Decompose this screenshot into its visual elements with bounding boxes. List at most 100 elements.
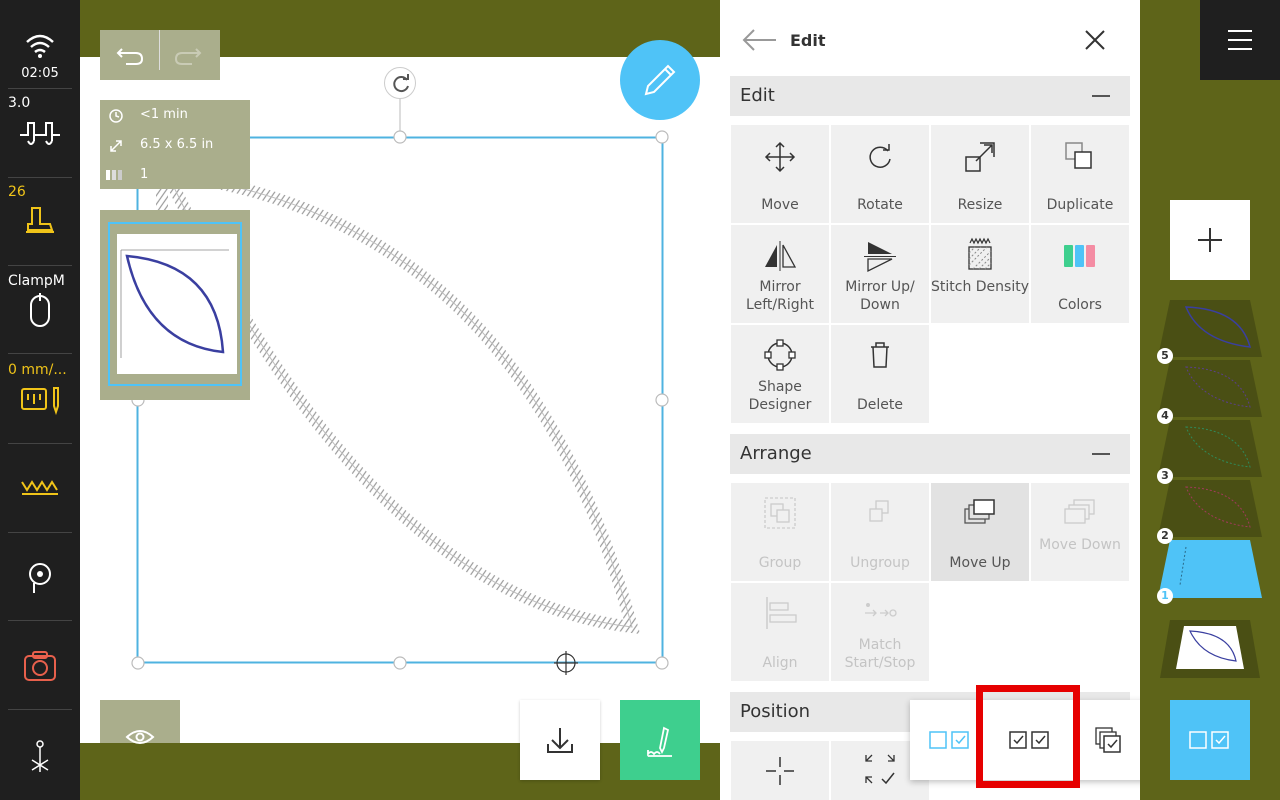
- pencil-icon: [644, 64, 676, 96]
- speed-value: 3.0: [8, 95, 31, 111]
- camera-icon: [24, 651, 56, 681]
- rotate-label: Rotate: [857, 197, 903, 213]
- move-down-tool[interactable]: Move Down: [1031, 483, 1129, 581]
- position-section-title: Position: [740, 701, 811, 722]
- group-label: Group: [758, 555, 802, 571]
- delete-tool[interactable]: Delete: [831, 325, 929, 423]
- mirror-up-down-label: Mirror Up/ Down: [845, 279, 915, 313]
- group-tool[interactable]: Group: [731, 483, 829, 581]
- check-position-icon: [865, 754, 895, 785]
- edit-panel: Edit Edit Move Rotate Resize Duplicate M…: [720, 0, 1140, 800]
- mirror-left-right-tool[interactable]: Mirror Left/Right: [731, 225, 829, 323]
- add-layer-button[interactable]: [1170, 200, 1250, 280]
- move-down-label: Move Down: [1039, 537, 1121, 553]
- close-icon: [1085, 30, 1105, 50]
- eye-icon: [125, 730, 155, 744]
- move-tool[interactable]: Move: [731, 125, 829, 223]
- menu-button[interactable]: [1200, 0, 1280, 80]
- select-multiple-button[interactable]: [1070, 700, 1150, 780]
- collapse-icon: [1092, 453, 1110, 455]
- layer-card-3[interactable]: [1158, 420, 1262, 477]
- wifi-icon: [26, 34, 54, 58]
- arrange-section-header[interactable]: Arrange: [730, 434, 1130, 474]
- mirror-horizontal-icon: [765, 241, 797, 271]
- stitch-speed-icon: [20, 122, 60, 145]
- layer-number-4: 4: [1157, 408, 1173, 424]
- design-preview[interactable]: [100, 210, 250, 400]
- download-icon: [547, 728, 573, 753]
- layer-card-5[interactable]: [1158, 300, 1262, 357]
- rotate-tool[interactable]: Rotate: [831, 125, 929, 223]
- move-up-layer-icon: [964, 499, 995, 524]
- rotate-handle[interactable]: [384, 67, 416, 99]
- camera-button[interactable]: [0, 650, 80, 684]
- resize-label: Resize: [957, 197, 1003, 213]
- layer-number-1: 1: [1157, 588, 1173, 604]
- hoop-control[interactable]: [0, 293, 80, 329]
- needle-control[interactable]: [0, 738, 80, 778]
- layer-number-3: 3: [1157, 468, 1173, 484]
- duplicate-label: Duplicate: [1046, 197, 1114, 213]
- align-label: Align: [762, 655, 798, 671]
- colors-tool[interactable]: Colors: [1031, 225, 1129, 323]
- feed-dog-icon: [21, 387, 59, 416]
- redo-button[interactable]: [168, 35, 208, 75]
- stitch-density-tool[interactable]: Stitch Density: [931, 225, 1029, 323]
- layer-card-2[interactable]: [1158, 480, 1262, 537]
- hoop-icon: [30, 293, 50, 327]
- layer-card-base[interactable]: [1160, 620, 1260, 678]
- needle-position-icon: [31, 740, 49, 772]
- speed-control[interactable]: [0, 115, 80, 151]
- arrange-section-title: Arrange: [740, 443, 812, 464]
- preview-image: [120, 249, 229, 358]
- undo-icon: [116, 48, 144, 65]
- layer-number-2: 2: [1157, 528, 1173, 544]
- match-start-stop-icon: [865, 603, 897, 617]
- visibility-toggle[interactable]: [100, 700, 180, 744]
- plus-icon: [1198, 228, 1222, 252]
- wifi-status[interactable]: [0, 30, 80, 60]
- bobbin-control[interactable]: [0, 557, 80, 597]
- layer-card-1[interactable]: [1158, 540, 1262, 598]
- stitch-time: <1 min: [140, 107, 188, 122]
- clock-icon: [109, 109, 123, 123]
- shape-designer-tool[interactable]: Shape Designer: [731, 325, 829, 423]
- shape-designer-label: Shape Designer: [748, 379, 812, 413]
- ungroup-tool[interactable]: Ungroup: [831, 483, 929, 581]
- edit-pen-button[interactable]: [620, 40, 700, 120]
- back-button[interactable]: [740, 25, 780, 55]
- close-button[interactable]: [1080, 25, 1110, 55]
- selection-mode-button[interactable]: [1170, 700, 1250, 780]
- position-tool-1[interactable]: [731, 741, 829, 800]
- mirror-left-right-label: Mirror Left/Right: [746, 279, 814, 313]
- select-mode-icon: [1189, 731, 1229, 749]
- resize-tool[interactable]: Resize: [931, 125, 1029, 223]
- move-icon: [764, 141, 796, 173]
- layer-number-5: 5: [1157, 348, 1173, 364]
- export-button[interactable]: [520, 700, 600, 780]
- stitch-out-button[interactable]: [620, 700, 700, 780]
- color-count: 1: [140, 167, 149, 182]
- collapse-icon: [1092, 95, 1110, 97]
- crosshair-icon: [766, 757, 794, 785]
- mirror-up-down-tool[interactable]: Mirror Up/ Down: [831, 225, 929, 323]
- presser-foot-control[interactable]: [0, 204, 80, 236]
- layer-card-4[interactable]: [1158, 360, 1262, 417]
- feed-control[interactable]: [0, 384, 80, 416]
- color-count-icon: [106, 170, 122, 180]
- bobbin-icon: [29, 563, 51, 593]
- size-icon: [110, 140, 122, 152]
- move-up-tool[interactable]: Move Up: [931, 483, 1029, 581]
- highlight-box: [976, 685, 1080, 788]
- undo-button[interactable]: [110, 35, 150, 75]
- stitch-type-control[interactable]: [0, 476, 80, 500]
- presser-value: 26: [8, 184, 26, 200]
- edit-section-header[interactable]: Edit: [730, 76, 1130, 116]
- resize-icon: [965, 142, 995, 172]
- design-size: 6.5 x 6.5 in: [140, 137, 214, 152]
- match-start-stop-tool[interactable]: Match Start/Stop: [831, 583, 929, 681]
- duplicate-tool[interactable]: Duplicate: [1031, 125, 1129, 223]
- align-tool[interactable]: Align: [731, 583, 829, 681]
- stitch-density-label: Stitch Density: [931, 279, 1029, 295]
- move-up-label: Move Up: [949, 555, 1011, 571]
